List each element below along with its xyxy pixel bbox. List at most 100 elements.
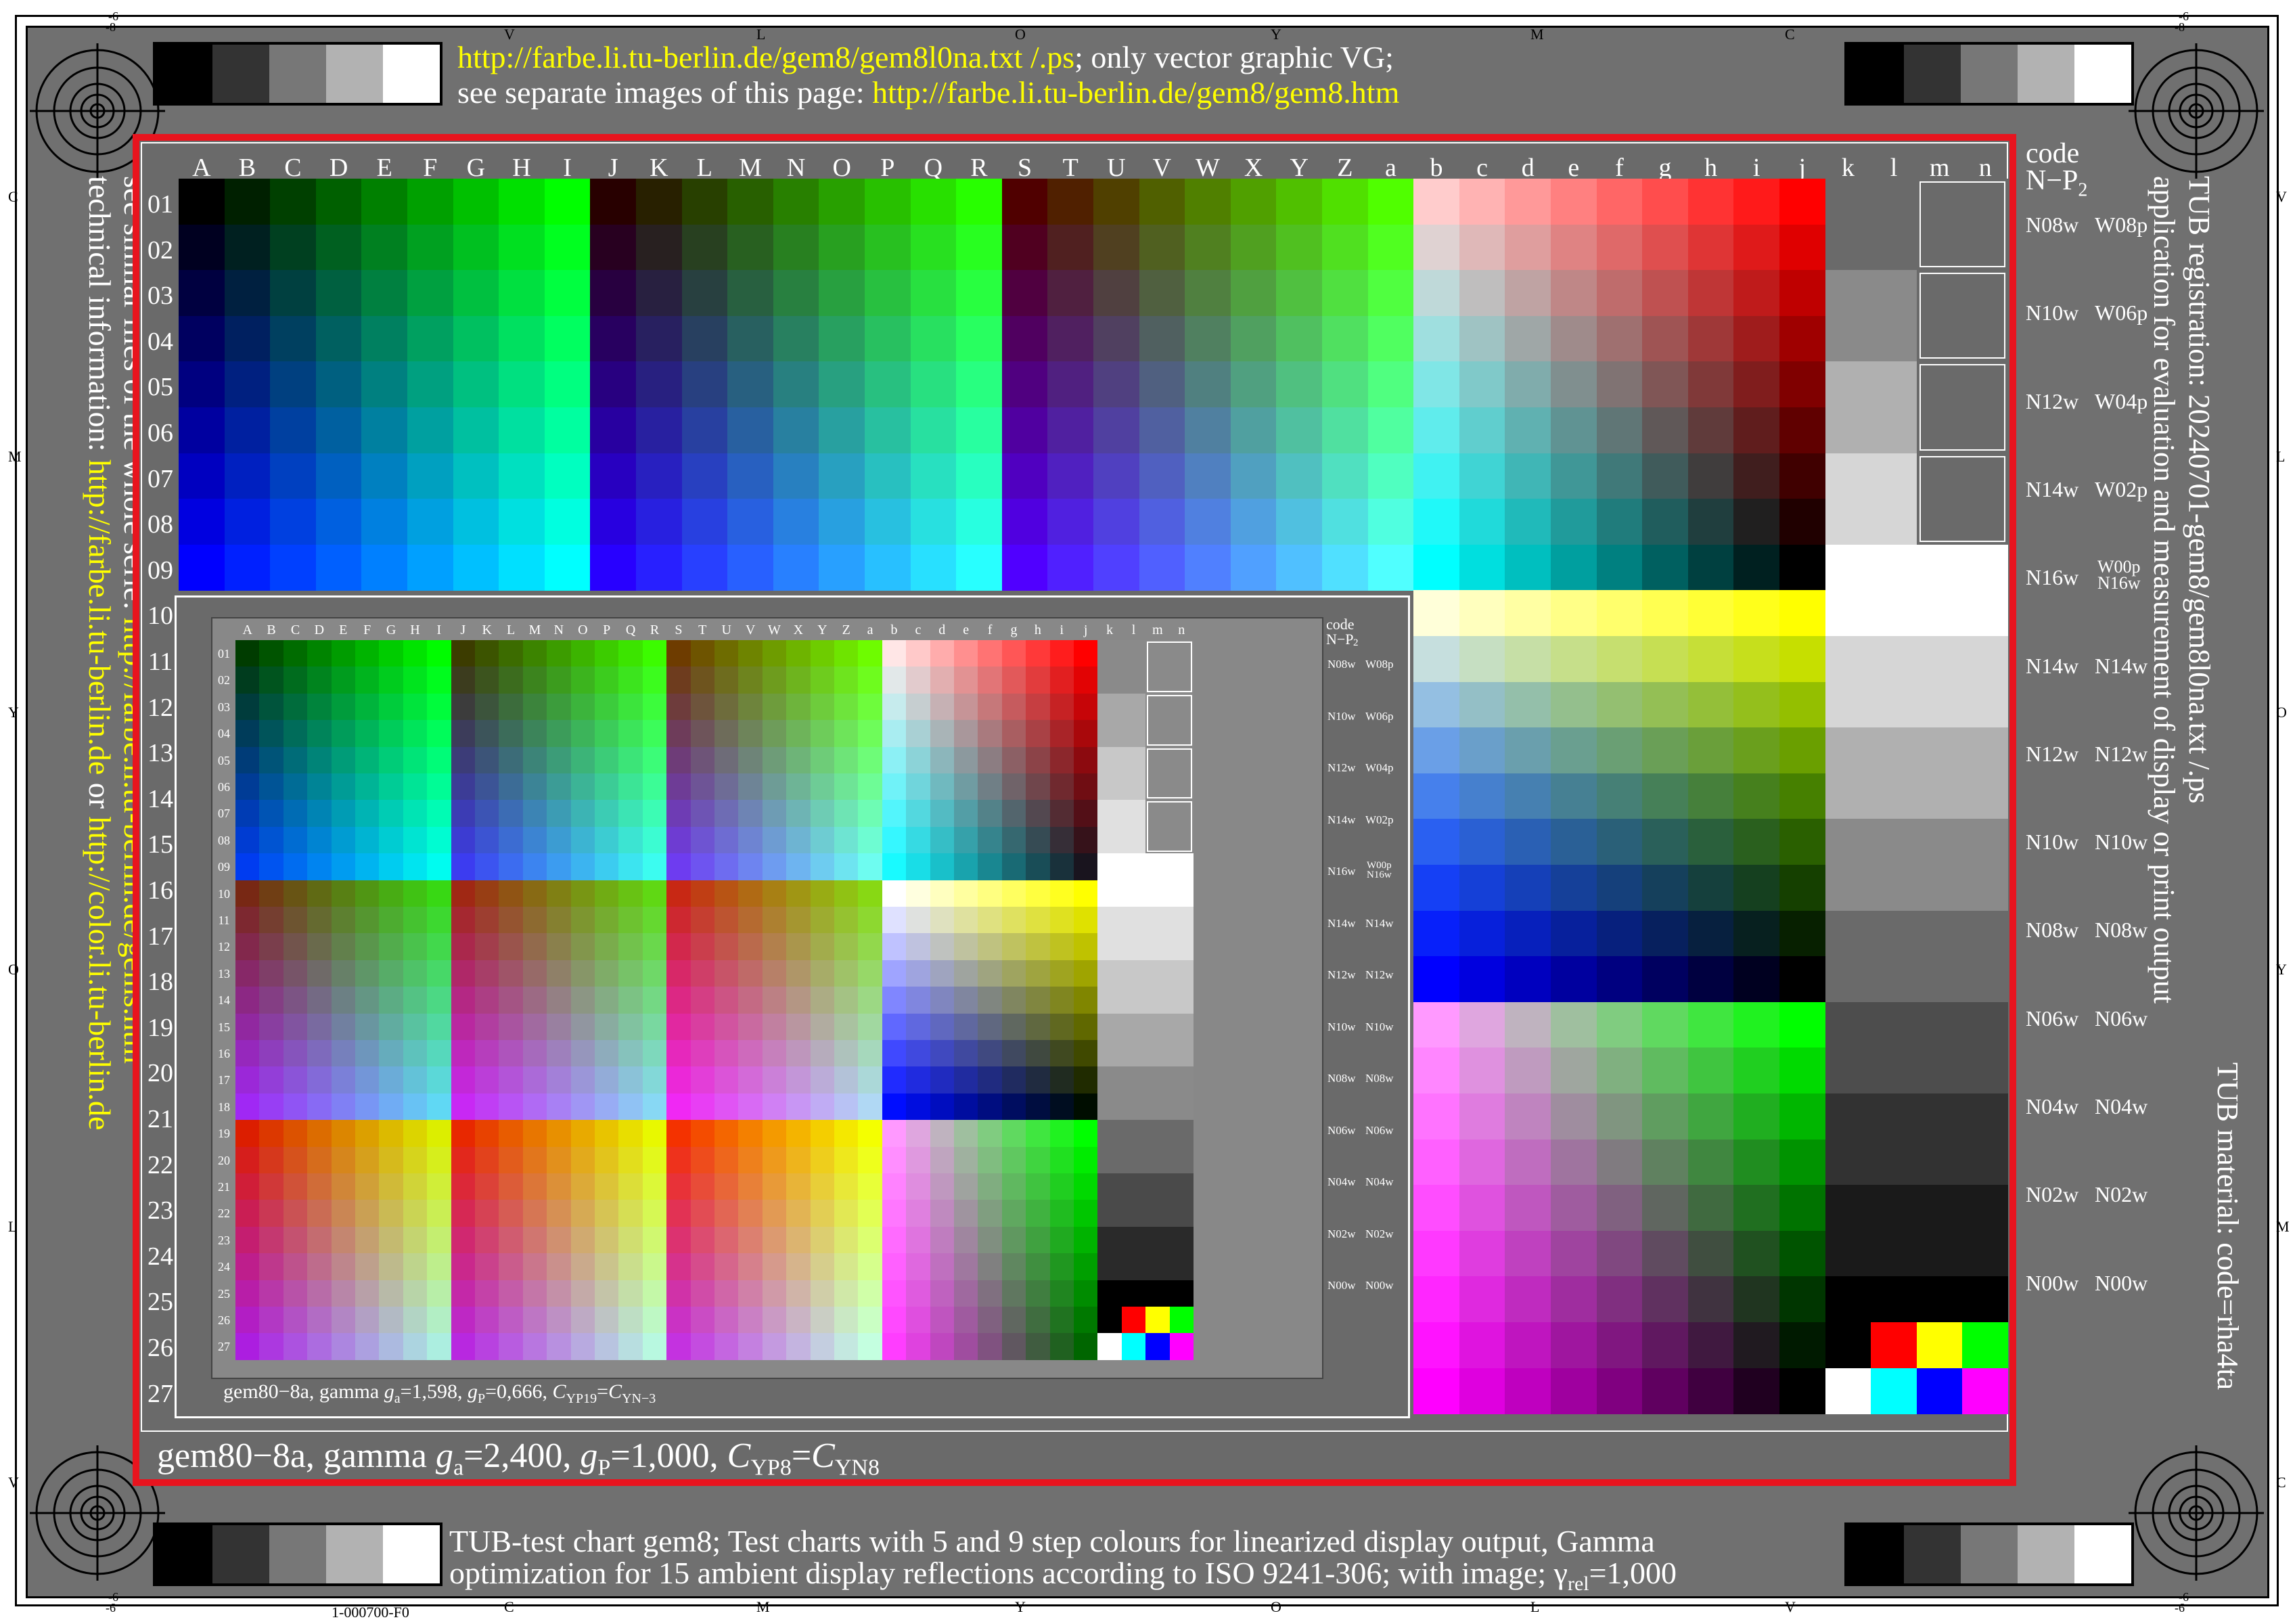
- inset-color-cell: [906, 907, 931, 934]
- left-side-url-3[interactable]: http://color.li.tu-berlin.de: [83, 817, 117, 1131]
- inset-color-cell: [451, 880, 476, 907]
- header-url-2[interactable]: http://farbe.li.tu-berlin.de/gem8/gem8.h…: [872, 75, 1399, 110]
- main-color-cell: [1230, 361, 1277, 408]
- inset-color-cell: [595, 987, 619, 1014]
- inset-color-cell: [259, 880, 284, 907]
- main-color-cell: [453, 453, 499, 499]
- gray-code-right-2: N16w: [2097, 573, 2141, 593]
- inset-color-cell: [954, 1146, 978, 1174]
- main-color-cell: [1779, 590, 1826, 637]
- inset-color-cell: [547, 1173, 572, 1200]
- inset-color-cell: [930, 1066, 955, 1094]
- main-color-cell: [1551, 773, 1597, 819]
- main-color-cell: [179, 270, 225, 317]
- inset-color-cell: [690, 1066, 715, 1094]
- main-color-cell: [1551, 270, 1597, 317]
- inset-color-cell: [595, 1333, 619, 1361]
- inset-color-cell: [451, 1173, 476, 1200]
- inset-color-cell: [810, 720, 835, 748]
- main-color-cell: [1413, 636, 1460, 683]
- inset-column-label: e: [963, 623, 970, 637]
- inset-color-cell: [595, 880, 619, 907]
- inset-color-cell: [522, 640, 547, 667]
- main-gray-patch: [1825, 1185, 2009, 1277]
- main-color-cell: [1459, 636, 1505, 683]
- inset-color-cell: [355, 1333, 380, 1361]
- inset-color-cell: [475, 1120, 499, 1148]
- inset-color-cell: [595, 1040, 619, 1067]
- main-color-cell: [1047, 499, 1094, 545]
- inset-color-cell: [810, 1093, 835, 1121]
- inset-color-cell: [762, 907, 787, 934]
- inset-color-cell: [906, 1253, 931, 1281]
- inset-color-cell: [547, 1093, 572, 1121]
- inset-color-cell: [762, 667, 787, 694]
- inset-color-cell: [714, 640, 739, 667]
- inset-color-cell: [595, 826, 619, 854]
- inset-color-cell: [307, 1093, 332, 1121]
- inset-color-cell: [642, 1146, 667, 1174]
- inset-color-cell: [786, 880, 811, 907]
- inset-color-cell: [690, 853, 715, 881]
- inset-color-cell: [978, 1280, 1003, 1307]
- gray-code-left: N04w: [2026, 1094, 2079, 1119]
- inset-color-cell: [1049, 1200, 1074, 1227]
- inset-color-cell: [547, 640, 572, 667]
- inset-color-cell: [595, 1280, 619, 1307]
- inset-color-cell: [1049, 1146, 1074, 1174]
- main-color-cell: [1139, 499, 1185, 545]
- main-color-cell: [1687, 315, 1734, 362]
- inset-color-cell: [666, 1280, 691, 1307]
- inset-color-cell: [738, 987, 763, 1014]
- main-color-cell: [1596, 179, 1643, 225]
- inset-color-cell: [403, 1013, 428, 1041]
- inset-color-cell: [570, 933, 595, 961]
- inset-color-cell: [810, 907, 835, 934]
- inset-color-cell: [786, 1093, 811, 1121]
- inset-color-cell: [259, 720, 284, 748]
- main-primary-patch: [1962, 1322, 2009, 1369]
- header-url-1[interactable]: http://farbe.li.tu-berlin.de/gem8/gem8l0…: [457, 40, 1074, 74]
- inset-color-cell: [810, 773, 835, 800]
- main-row-label: 14: [147, 784, 173, 813]
- inset-color-cell: [307, 987, 332, 1014]
- inset-color-cell: [618, 1066, 643, 1094]
- inset-row-label: 14: [218, 993, 230, 1008]
- inset-color-cell: [1049, 800, 1074, 828]
- inset-color-cell: [595, 1200, 619, 1227]
- inset-color-cell: [954, 800, 978, 828]
- inset-color-cell: [762, 987, 787, 1014]
- main-color-cell: [1413, 1093, 1460, 1140]
- inset-color-cell: [762, 1173, 787, 1200]
- main-color-cell: [1779, 636, 1826, 683]
- footer-gamma-val: =1,000: [1589, 1556, 1677, 1590]
- inset-color-cell: [978, 853, 1003, 881]
- inset-color-cell: [810, 1173, 835, 1200]
- inset-color-cell: [618, 1333, 643, 1361]
- main-gray-outline: [1919, 455, 2005, 542]
- inset-column-label: m: [1152, 623, 1163, 637]
- inset-color-cell: [1001, 853, 1026, 881]
- main-color-cell: [1551, 1139, 1597, 1186]
- main-color-cell: [1230, 315, 1277, 362]
- inset-color-cell: [762, 1226, 787, 1254]
- inset-color-cell: [930, 907, 955, 934]
- inset-color-cell: [1026, 693, 1051, 721]
- inset-color-cell: [522, 1013, 547, 1041]
- main-color-cell: [1687, 499, 1734, 545]
- inset-color-cell: [427, 720, 452, 748]
- inset-color-cell: [403, 1226, 428, 1254]
- left-side-url-2[interactable]: http://farbe.li.tu-berlin.de: [83, 459, 117, 775]
- main-color-cell: [1779, 956, 1826, 1003]
- main-color-cell: [1733, 1139, 1780, 1186]
- inset-row-label: 24: [218, 1260, 230, 1274]
- main-color-cell: [179, 315, 225, 362]
- main-caption: gem80−8a, gamma ga=2,400, gP=1,000, CYP8…: [157, 1439, 880, 1479]
- inset-color-cell: [954, 880, 978, 907]
- main-color-cell: [1139, 361, 1185, 408]
- inset-color-cell: [930, 1307, 955, 1334]
- main-color-cell: [1093, 453, 1140, 499]
- main-color-cell: [956, 499, 1003, 545]
- main-row-label: 10: [147, 602, 173, 631]
- gray-code-left: N16w: [2026, 565, 2079, 590]
